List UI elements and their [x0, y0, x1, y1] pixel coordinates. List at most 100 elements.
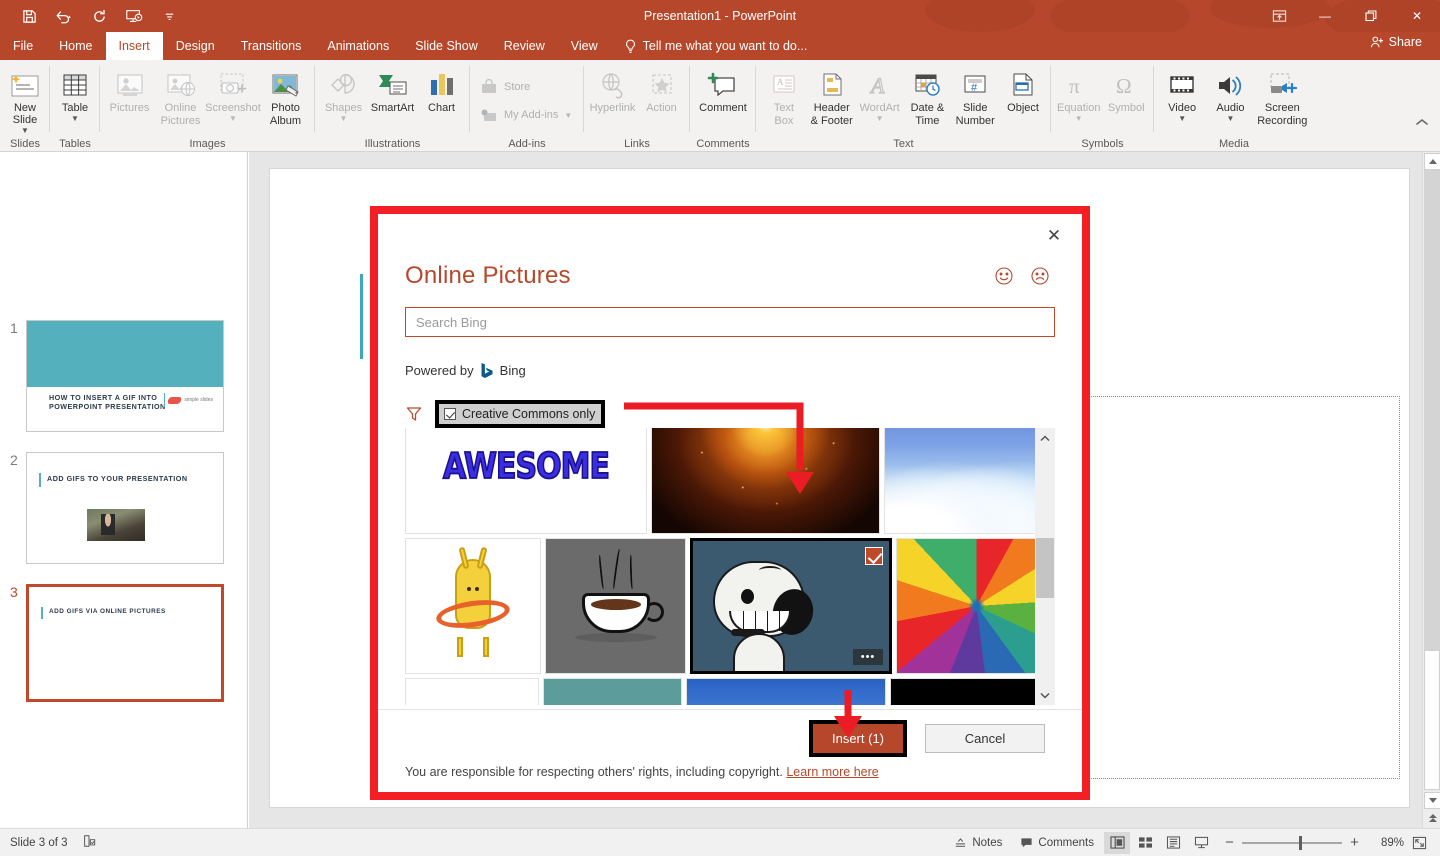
search-bing-field[interactable] [405, 307, 1055, 337]
result-white-blank[interactable] [405, 678, 539, 705]
share-button[interactable]: Share [1360, 30, 1432, 54]
results-scroll-down-button[interactable] [1035, 685, 1055, 705]
results-scroll-thumb[interactable] [1036, 538, 1054, 598]
zoom-slider-handle[interactable] [1299, 835, 1302, 850]
chevron-down-icon[interactable]: ▼ [340, 115, 348, 123]
filter-icon[interactable] [405, 405, 423, 423]
tab-file[interactable]: File [0, 32, 46, 60]
symbol-button[interactable]: Ω Symbol [1103, 64, 1151, 114]
start-from-beginning-icon[interactable] [123, 4, 145, 28]
scroll-track-upper[interactable] [1424, 170, 1440, 650]
object-button[interactable]: Object [999, 64, 1047, 114]
creative-commons-checkbox[interactable]: Creative Commons only [439, 404, 602, 424]
result-snoopy[interactable]: ••• [690, 538, 892, 674]
result-ice-blue[interactable] [884, 428, 1045, 534]
store-button[interactable]: Store [474, 73, 536, 101]
zoom-in-button[interactable]: + [1349, 835, 1360, 850]
undo-icon[interactable] [53, 4, 75, 28]
header-footer-button[interactable]: Header & Footer [808, 64, 856, 127]
chevron-down-icon[interactable]: ▼ [1075, 115, 1083, 123]
smartart-button[interactable]: SmartArt [368, 64, 417, 114]
ribbon-display-options-icon[interactable] [1256, 0, 1302, 32]
view-slide-show[interactable] [1188, 832, 1214, 854]
creative-commons-check-icon[interactable] [444, 408, 456, 420]
hyperlink-button[interactable]: Hyperlink [588, 64, 637, 114]
accessibility-checker-icon[interactable] [82, 834, 96, 851]
chevron-down-icon[interactable]: ▼ [21, 127, 29, 135]
result-beach-waves[interactable] [543, 678, 682, 705]
result-selected-check-icon[interactable] [865, 547, 883, 565]
result-sky-clouds[interactable] [686, 678, 886, 705]
slide-number-button[interactable]: # Slide Number [951, 64, 999, 127]
fit-slide-to-window-icon[interactable] [1406, 832, 1432, 854]
chevron-down-icon[interactable]: ▼ [564, 111, 572, 119]
video-button[interactable]: Video ▼ [1158, 64, 1206, 123]
comments-button[interactable]: Comments [1012, 832, 1102, 854]
tab-transitions[interactable]: Transitions [228, 32, 315, 60]
tell-me-box[interactable]: Tell me what you want to do... [611, 32, 821, 60]
zoom-slider-track[interactable] [1242, 835, 1342, 850]
equation-button[interactable]: π Equation ▼ [1055, 64, 1103, 123]
restore-button[interactable] [1348, 0, 1394, 32]
tab-view[interactable]: View [558, 32, 611, 60]
zoom-out-button[interactable]: − [1224, 835, 1235, 850]
minimize-button[interactable]: — [1302, 0, 1348, 32]
scroll-up-button[interactable] [1424, 153, 1440, 170]
close-button[interactable]: ✕ [1394, 0, 1440, 32]
chart-button[interactable]: Chart [417, 64, 466, 114]
shapes-button[interactable]: Shapes ▼ [319, 64, 368, 123]
slide-thumbnail-1[interactable]: HOW TO INSERT A GIF INTO POWERPOINT PRES… [26, 320, 224, 432]
slide-thumbnail-2[interactable]: ADD GIFS TO YOUR PRESENTATION [26, 452, 224, 564]
tab-animations[interactable]: Animations [314, 32, 402, 60]
results-scroll-up-button[interactable] [1035, 428, 1055, 448]
audio-button[interactable]: Audio ▼ [1206, 64, 1254, 123]
chevron-down-icon[interactable]: ▼ [1226, 115, 1234, 123]
cancel-button[interactable]: Cancel [925, 724, 1045, 753]
view-reading[interactable] [1160, 832, 1186, 854]
redo-icon[interactable] [88, 4, 110, 28]
view-slide-sorter[interactable] [1132, 832, 1158, 854]
insert-button[interactable]: Insert (1) [813, 724, 903, 753]
result-dark-cake[interactable] [890, 678, 1050, 705]
tab-slide-show[interactable]: Slide Show [402, 32, 491, 60]
canvas-vertical-scrollbar[interactable] [1422, 152, 1440, 840]
feedback-happy-icon[interactable] [994, 266, 1014, 286]
feedback-sad-icon[interactable] [1030, 266, 1050, 286]
slide-thumbnail-panel[interactable]: 1 HOW TO INSERT A GIF INTO POWERPOINT PR… [0, 152, 248, 828]
notes-button[interactable]: Notes [946, 832, 1010, 854]
view-normal[interactable] [1104, 831, 1130, 854]
scroll-down-button[interactable] [1424, 792, 1440, 809]
slide-thumbnail-3[interactable]: ADD GIFS VIA ONLINE PICTURES [26, 584, 224, 702]
tab-design[interactable]: Design [163, 32, 228, 60]
scroll-thumb[interactable] [1424, 650, 1440, 790]
learn-more-link[interactable]: Learn more here [786, 765, 878, 779]
save-icon[interactable] [18, 4, 40, 28]
result-coffee-cup[interactable] [545, 538, 686, 674]
chevron-down-icon[interactable]: ▼ [71, 115, 79, 123]
screen-recording-button[interactable]: Screen Recording [1255, 64, 1310, 127]
date-time-button[interactable]: Date & Time [903, 64, 951, 127]
screenshot-button[interactable]: Screenshot ▼ [205, 64, 261, 123]
collapse-ribbon-icon[interactable] [1412, 113, 1432, 131]
results-scrollbar[interactable] [1035, 428, 1055, 705]
wordart-button[interactable]: A WordArt ▼ [856, 64, 904, 122]
zoom-level-label[interactable]: 89% [1370, 837, 1404, 849]
online-pictures-button[interactable]: Online Pictures [155, 64, 206, 127]
result-yellow-dog-hoop[interactable] [405, 538, 541, 674]
table-button[interactable]: Table ▼ [54, 64, 96, 123]
previous-slide-button[interactable] [1424, 810, 1440, 826]
chevron-down-icon[interactable]: ▼ [876, 115, 884, 123]
new-slide-button[interactable]: New Slide ▼ [4, 64, 46, 135]
result-awesome-text[interactable]: AWESOME [405, 428, 647, 534]
comment-button[interactable]: Comment [694, 64, 752, 114]
action-button[interactable]: Action [637, 64, 686, 114]
zoom-control[interactable]: − + [1216, 835, 1368, 850]
image-results-grid[interactable]: AWESOME ••• [405, 428, 1055, 705]
customize-quick-access-icon[interactable] [158, 4, 180, 28]
tab-insert[interactable]: Insert [105, 32, 163, 60]
tab-review[interactable]: Review [491, 32, 558, 60]
pictures-button[interactable]: Pictures [104, 64, 155, 114]
dialog-close-icon[interactable]: ✕ [1040, 224, 1068, 248]
my-addins-button[interactable]: My Add-ins ▼ [474, 101, 578, 129]
result-more-options-icon[interactable]: ••• [853, 649, 883, 665]
